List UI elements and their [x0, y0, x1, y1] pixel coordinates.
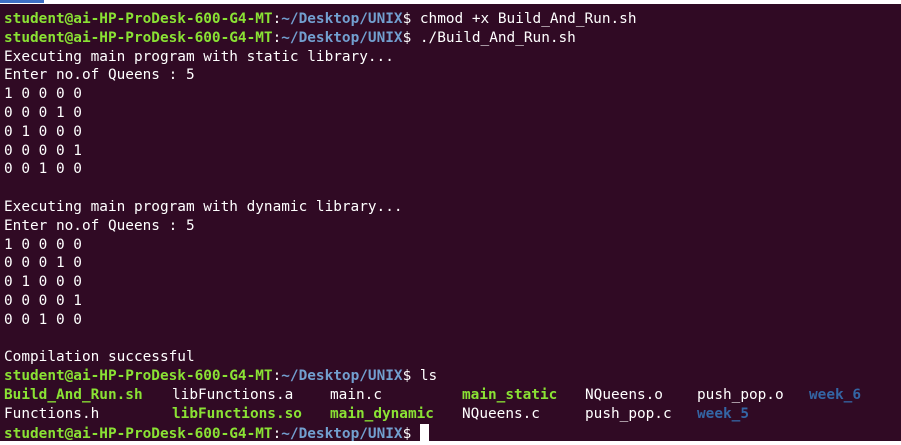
output-dynamic-queens-prompt: Enter no.of Queens : 5	[4, 217, 195, 234]
command-text: chmod +x Build_And_Run.sh	[411, 11, 637, 27]
static-board-row: 1 0 0 0 0	[4, 86, 82, 103]
prompt-colon: :	[272, 425, 282, 441]
static-board-row: 0 0 0 1 0	[4, 105, 82, 121]
command-line-chmod: student@ai-HP-ProDesk-600-G4-MT:~/Deskto…	[4, 10, 637, 28]
prompt-symbol: $	[402, 11, 412, 27]
prompt-user-host: student@ai-HP-ProDesk-600-G4-MT	[4, 11, 273, 27]
command-line-run: student@ai-HP-ProDesk-600-G4-MT:~/Deskto…	[4, 29, 576, 47]
prompt-path: ~/Desktop/UNIX	[281, 368, 403, 385]
dynamic-board-row: 0 0 0 1 0	[4, 255, 82, 272]
ls-entry-file: Functions.h	[4, 405, 100, 422]
prompt-user-host: student@ai-HP-ProDesk-600-G4-MT	[4, 368, 273, 385]
dynamic-board-row: 0 0 0 0 1	[4, 293, 82, 309]
dynamic-board-row: 0 0 1 0 0	[4, 311, 82, 328]
ls-entry-executable: main_dynamic	[330, 405, 434, 422]
ls-listing-row: Functions.h libFunctions.so main_dynamic…	[0, 405, 901, 423]
command-line-ls: student@ai-HP-ProDesk-600-G4-MT:~/Deskto…	[4, 367, 437, 385]
dynamic-board-row: 1 0 0 0 0	[4, 236, 82, 253]
dynamic-board-row: 0 1 0 0 0	[4, 274, 82, 291]
ls-entry-file: NQueens.c	[462, 405, 540, 422]
ls-entry-directory: week_5	[697, 405, 749, 422]
ls-listing-row: Build_And_Run.sh libFunctions.a main.c m…	[0, 386, 901, 404]
prompt-path: ~/Desktop/UNIX	[281, 11, 403, 27]
prompt-path: ~/Desktop/UNIX	[281, 425, 403, 441]
ls-entry-executable: libFunctions.so	[172, 405, 302, 422]
ls-entry-file: push_pop.c	[585, 405, 672, 422]
prompt-colon: :	[272, 11, 282, 27]
output-static-header: Executing main program with static libra…	[4, 48, 394, 65]
ls-entry-file: main.c	[330, 387, 382, 403]
output-compilation-status: Compilation successful	[4, 349, 195, 366]
command-line-current[interactable]: student@ai-HP-ProDesk-600-G4-MT:~/Deskto…	[4, 423, 429, 441]
output-static-queens-prompt: Enter no.of Queens : 5	[4, 67, 195, 84]
ls-entry-executable: Build_And_Run.sh	[4, 387, 143, 403]
prompt-user-host: student@ai-HP-ProDesk-600-G4-MT	[4, 29, 273, 46]
prompt-colon: :	[272, 29, 282, 46]
static-board-row: 0 0 1 0 0	[4, 161, 82, 178]
static-board-row: 0 1 0 0 0	[4, 123, 82, 140]
ls-entry-file: libFunctions.a	[172, 387, 294, 403]
output-dynamic-header: Executing main program with dynamic libr…	[4, 199, 403, 215]
terminal-window[interactable]: student@ai-HP-ProDesk-600-G4-MT:~/Deskto…	[0, 4, 901, 441]
text-cursor	[419, 423, 429, 441]
window-top-accent	[0, 0, 44, 3]
prompt-symbol: $	[402, 368, 412, 385]
prompt-user-host: student@ai-HP-ProDesk-600-G4-MT	[4, 425, 273, 441]
command-text: ls	[411, 368, 438, 385]
prompt-symbol: $	[402, 425, 412, 441]
prompt-colon: :	[272, 368, 282, 385]
static-board-row: 0 0 0 0 1	[4, 142, 82, 159]
command-text: ./Build_And_Run.sh	[411, 29, 576, 46]
prompt-symbol: $	[402, 29, 412, 46]
ls-entry-file: push_pop.o	[697, 387, 784, 403]
prompt-path: ~/Desktop/UNIX	[281, 29, 403, 46]
ls-entry-file: NQueens.o	[585, 387, 663, 403]
ls-entry-executable: main_static	[462, 387, 558, 403]
ls-entry-directory: week_6	[809, 387, 861, 403]
